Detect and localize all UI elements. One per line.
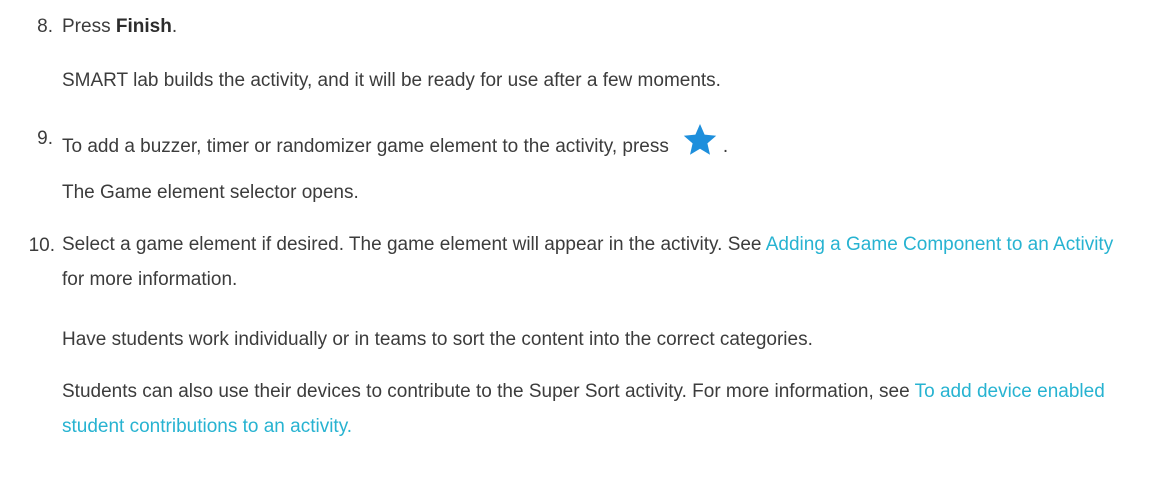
star-icon[interactable] [683,124,717,162]
adding-game-component-link[interactable]: Adding a Game Component to an Activity [766,234,1113,255]
step-number: 9. [37,128,53,149]
step-instruction: Press Finish. [62,16,178,37]
step-number: 10. [28,235,55,256]
step-note: Students can also use their devices to c… [62,381,1105,437]
finish-label: Finish [115,16,172,37]
step-result: Have students work individually or in te… [62,329,813,350]
step-result: The Game element selector opens. [62,182,359,203]
step-result: SMART lab builds the activity, and it wi… [62,70,721,91]
step-instruction: To add a buzzer, timer or randomizer gam… [62,124,1136,166]
step-instruction: Select a game element if desired. The ga… [62,234,1114,290]
step-number: 8. [37,16,53,37]
